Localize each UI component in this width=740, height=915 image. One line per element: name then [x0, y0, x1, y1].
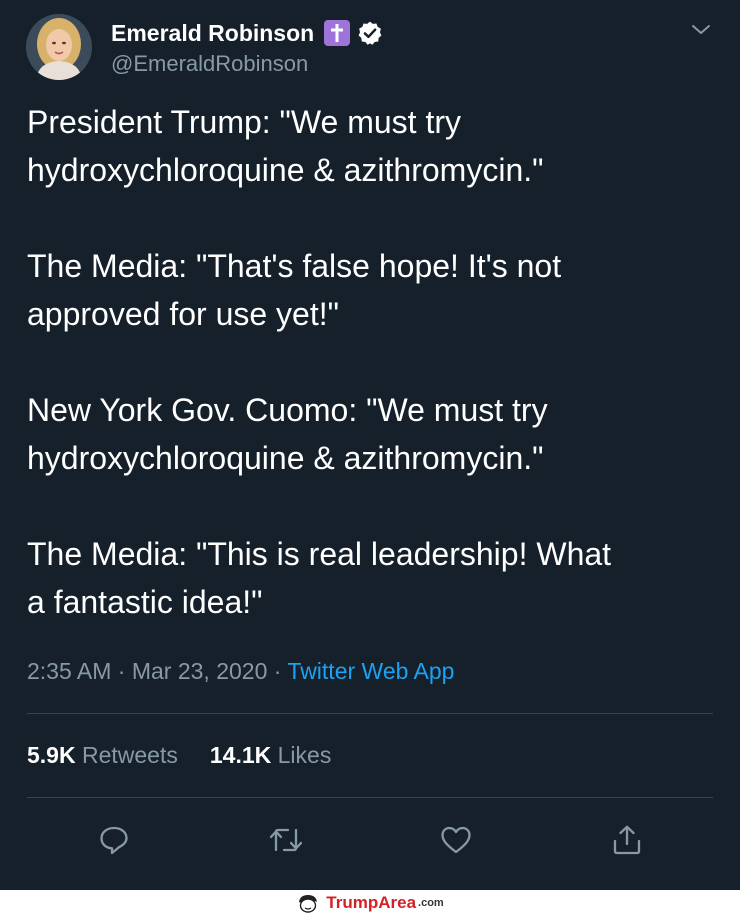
- tweet-line: President Trump: "We must try: [27, 104, 461, 140]
- tweet-paragraph: New York Gov. Cuomo: "We must try hydrox…: [27, 386, 717, 482]
- tweet-metadata: 2:35 AM · Mar 23, 2020 · Twitter Web App: [27, 656, 454, 686]
- tweet-line: hydroxychloroquine & azithromycin.": [27, 152, 544, 188]
- meta-separator: ·: [273, 658, 282, 684]
- like-button[interactable]: [436, 820, 476, 860]
- divider: [27, 713, 713, 714]
- share-icon: [613, 825, 641, 855]
- author-handle[interactable]: @EmeraldRobinson: [111, 50, 308, 78]
- tweet-line: hydroxychloroquine & azithromycin.": [27, 440, 544, 476]
- tweet-text: President Trump: "We must try hydroxychl…: [27, 98, 717, 626]
- avatar[interactable]: [26, 14, 92, 80]
- likes-stat[interactable]: 14.1K Likes: [210, 740, 331, 770]
- tweet-paragraph: The Media: "That's false hope! It's not …: [27, 242, 717, 338]
- like-icon: [441, 826, 471, 854]
- divider: [27, 797, 713, 798]
- tweet-time[interactable]: 2:35 AM: [27, 658, 111, 684]
- watermark-domain: .com: [418, 896, 444, 909]
- retweets-count: 5.9K: [27, 742, 76, 768]
- retweet-icon: [269, 828, 303, 852]
- tweet-line: The Media: "That's false hope! It's not: [27, 248, 562, 284]
- tweet-line: New York Gov. Cuomo: "We must try: [27, 392, 548, 428]
- likes-count: 14.1K: [209, 742, 272, 768]
- retweet-button[interactable]: [266, 820, 306, 860]
- tweet-line: The Media: "This is real leadership! Wha…: [27, 536, 612, 572]
- tweet-date[interactable]: Mar 23, 2020: [132, 658, 268, 684]
- tweet-card: Emerald Robinson @EmeraldRobinson Presid…: [0, 0, 740, 890]
- watermark-footer: TrumpArea .com: [0, 890, 740, 915]
- reply-button[interactable]: [94, 820, 134, 860]
- tweet-stats: 5.9K Retweets 14.1K Likes: [27, 740, 331, 770]
- author-display-name[interactable]: Emerald Robinson: [111, 18, 314, 48]
- latin-cross-icon: [324, 20, 351, 46]
- retweets-label: Retweets: [81, 742, 178, 768]
- tweet-line: a fantastic idea!": [27, 584, 263, 620]
- tweet-line: approved for use yet!": [27, 296, 339, 332]
- tweet-paragraph: The Media: "This is real leadership! Wha…: [27, 530, 717, 626]
- chevron-down-icon[interactable]: [690, 22, 712, 38]
- reply-icon: [100, 826, 128, 855]
- watermark-brand: TrumpArea: [326, 892, 417, 912]
- tweet-source-link[interactable]: Twitter Web App: [287, 658, 454, 684]
- trump-logo-icon: [299, 894, 318, 913]
- likes-label: Likes: [277, 742, 332, 768]
- retweets-stat[interactable]: 5.9K Retweets: [27, 740, 178, 770]
- share-button[interactable]: [607, 820, 647, 860]
- meta-separator: ·: [117, 658, 126, 684]
- tweet-paragraph: President Trump: "We must try hydroxychl…: [27, 98, 717, 194]
- verified-icon: [358, 21, 382, 45]
- author-name-row: Emerald Robinson: [111, 18, 383, 48]
